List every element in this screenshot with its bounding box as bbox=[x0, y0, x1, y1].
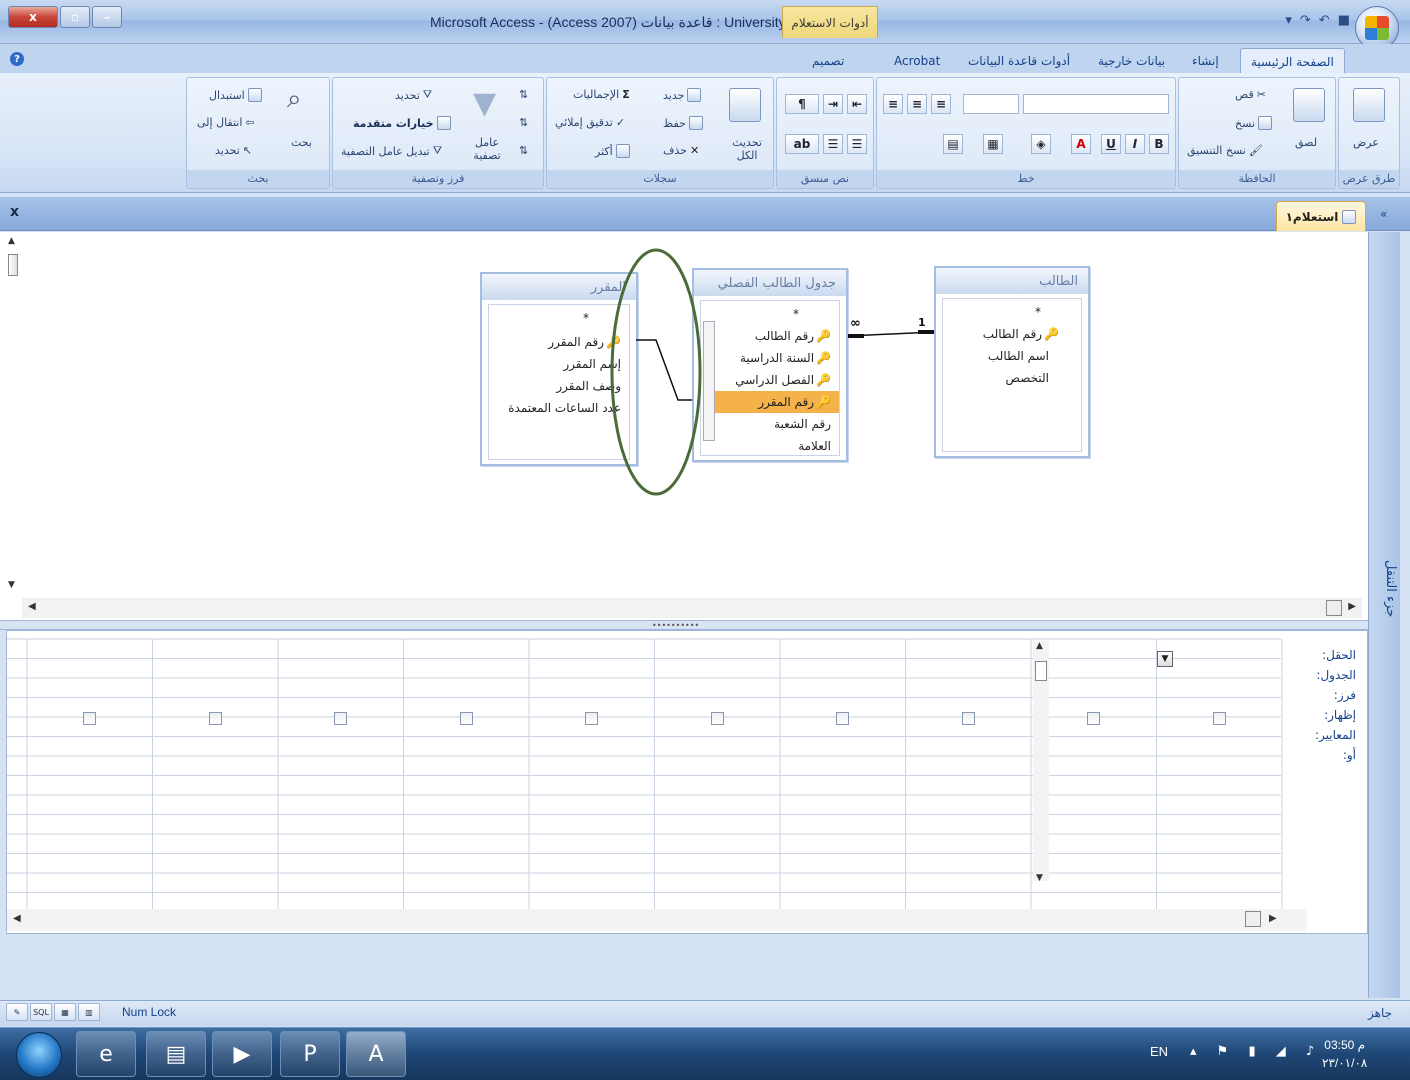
clock-time: 03:50 م bbox=[1324, 1038, 1366, 1052]
design-view-icon[interactable]: ✎ bbox=[6, 1003, 28, 1021]
ie-icon[interactable]: e bbox=[76, 1031, 136, 1077]
grid-scroll-down-icon[interactable]: ▼ bbox=[1036, 873, 1043, 883]
course-join-line[interactable] bbox=[636, 339, 692, 401]
grid-scroll-left-icon[interactable]: ◀ bbox=[13, 913, 21, 924]
row-label-or: أو: bbox=[1342, 748, 1356, 762]
show-checkbox[interactable] bbox=[1212, 712, 1226, 725]
status-num-lock: Num Lock bbox=[122, 1005, 177, 1019]
show-checkbox[interactable] bbox=[710, 712, 724, 725]
grid-scroll-up-icon[interactable]: ▲ bbox=[1036, 641, 1043, 651]
row-label-sort: فرز: bbox=[1333, 688, 1356, 702]
explorer-icon[interactable]: ▤ bbox=[146, 1031, 206, 1077]
access-icon[interactable]: A bbox=[346, 1031, 406, 1077]
status-bar bbox=[0, 1000, 1410, 1026]
grid-vertical-scrollbar[interactable]: ▲ ▼ bbox=[1033, 641, 1049, 883]
row-label-table: الجدول: bbox=[1316, 668, 1356, 682]
one-label: 1 bbox=[918, 316, 926, 329]
field-dropdown-icon[interactable]: ▼ bbox=[1157, 651, 1173, 667]
show-checkbox[interactable] bbox=[334, 712, 347, 725]
row-label-criteria: المعايير: bbox=[1315, 728, 1356, 742]
pivot-table-icon[interactable]: ▦ bbox=[54, 1003, 76, 1021]
row-label-show: إظهار: bbox=[1324, 708, 1356, 722]
show-checkbox[interactable] bbox=[585, 712, 598, 725]
clock-date: ٢٣/٠١/٠٨ bbox=[1322, 1056, 1368, 1070]
show-checkbox[interactable] bbox=[459, 712, 473, 725]
start-button[interactable] bbox=[16, 1032, 62, 1078]
view-switcher: ✎ SQL ▦ ▥ bbox=[6, 1003, 106, 1023]
language-indicator[interactable]: EN bbox=[1150, 1044, 1168, 1059]
grid-row-labels: الحقل: الجدول: فرز: إظهار: المعايير: أو: bbox=[1286, 648, 1356, 768]
media-player-icon[interactable]: ▶ bbox=[212, 1031, 272, 1077]
show-checkbox[interactable] bbox=[961, 712, 975, 725]
grid-scroll-right-icon[interactable]: ▶ bbox=[1269, 913, 1277, 924]
row-label-field: الحقل: bbox=[1322, 648, 1356, 662]
status-ready: جاهز bbox=[1368, 1006, 1393, 1020]
query-design-grid[interactable]: ▼ ▲ ▼ ◀ ▶ bbox=[6, 630, 1368, 934]
clock[interactable]: 03:50 م ٢٣/٠١/٠٨ bbox=[1322, 1036, 1367, 1072]
show-checkbox[interactable] bbox=[83, 712, 96, 725]
splitter-grip-icon[interactable]: •••••••••• bbox=[652, 621, 699, 630]
grid-hscroll-thumb[interactable] bbox=[1245, 911, 1261, 927]
relationship-layer bbox=[610, 248, 935, 496]
annotation-circle bbox=[610, 248, 702, 496]
many-label: ∞ bbox=[850, 316, 861, 331]
sql-view-button[interactable]: SQL bbox=[30, 1003, 52, 1021]
grid-lines bbox=[7, 638, 1283, 913]
system-tray-icons[interactable]: ▴ ⚑ ▮ ◢ ♪ bbox=[1190, 1044, 1322, 1059]
show-checkbox[interactable] bbox=[1087, 712, 1100, 725]
pivot-chart-icon[interactable]: ▥ bbox=[78, 1003, 100, 1021]
show-checkbox[interactable] bbox=[836, 712, 849, 725]
powerpoint-icon[interactable]: P bbox=[280, 1031, 340, 1077]
grid-scroll-thumb[interactable] bbox=[1035, 661, 1047, 681]
grid-horizontal-scrollbar[interactable]: ◀ ▶ bbox=[7, 909, 1307, 931]
show-checkbox[interactable] bbox=[208, 712, 222, 725]
